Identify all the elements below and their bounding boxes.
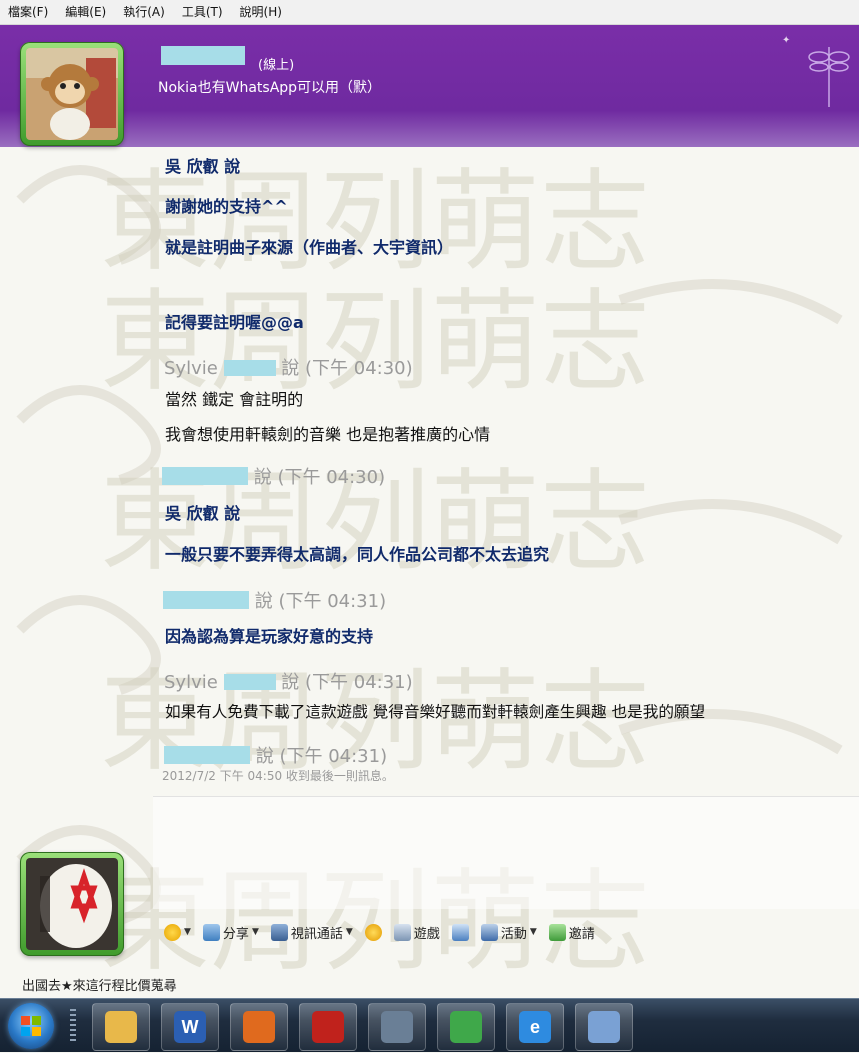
activities-button[interactable]: 活動 ▼ bbox=[477, 921, 541, 944]
paint-icon bbox=[588, 1011, 620, 1043]
sender-name-redacted bbox=[162, 467, 248, 485]
taskbar-button[interactable] bbox=[299, 1003, 357, 1051]
games-button[interactable]: 遊戲 bbox=[390, 921, 444, 944]
taskbar-button[interactable] bbox=[368, 1003, 426, 1051]
acrobat-icon bbox=[312, 1011, 344, 1043]
conversation-history[interactable]: 吳 欣叡 說 謝謝她的支持^^ 就是註明曲子來源（作曲者、大宇資訊） 記得要註明… bbox=[0, 147, 859, 790]
picture-icon bbox=[202, 923, 220, 941]
message-input[interactable] bbox=[153, 796, 859, 909]
message-line: 一般只要不要弄得太高調，同人作品公司都不太去追究 bbox=[165, 545, 550, 564]
share-label: 分享 bbox=[222, 926, 249, 942]
sender-name-redacted bbox=[164, 746, 250, 764]
taskbar-grip bbox=[70, 1009, 76, 1043]
message-line: 謝謝她的支持^^ bbox=[165, 197, 288, 216]
menu-file[interactable]: 檔案(F) bbox=[0, 0, 57, 24]
monkey-doll-icon bbox=[26, 48, 118, 140]
menu-bar: 檔案(F) 編輯(E) 執行(A) 工具(T) 說明(H) bbox=[0, 0, 859, 25]
contact-header: ✦ bbox=[0, 25, 859, 147]
windows-taskbar: We bbox=[0, 998, 859, 1052]
self-avatar[interactable] bbox=[20, 852, 124, 956]
contact-personal-message: Nokia也有WhatsApp可以用（默） bbox=[158, 80, 382, 96]
message-line: 就是註明曲子來源（作曲者、大宇資訊） bbox=[165, 238, 454, 257]
speaker-icon bbox=[451, 923, 469, 941]
sender-name-redacted bbox=[223, 674, 276, 690]
chevron-down-icon: ▼ bbox=[251, 927, 259, 937]
message-header: Sylvie 說 (下午 04:30) bbox=[164, 354, 413, 380]
message-timestamp: 說 (下午 04:31) bbox=[255, 746, 388, 767]
message-timestamp: 說 (下午 04:30) bbox=[281, 358, 413, 379]
games-label: 遊戲 bbox=[413, 926, 440, 942]
message-timestamp: 說 (下午 04:30) bbox=[253, 467, 386, 488]
message-line: 我會想使用軒轅劍的音樂 也是抱著推廣的心情 bbox=[165, 425, 491, 444]
menu-help[interactable]: 說明(H) bbox=[232, 0, 291, 24]
invite-label: 邀請 bbox=[568, 926, 595, 942]
firefox-icon bbox=[243, 1011, 275, 1043]
emoticon-button[interactable]: ▼ bbox=[160, 922, 195, 943]
message-line: 因為認為算是玩家好意的支持 bbox=[165, 627, 374, 646]
conversation-toolbar: ▼ 分享 ▼ 視訊通話 ▼ 遊戲 活動 ▼ 邀請 bbox=[160, 918, 599, 946]
taskbar-button[interactable]: e bbox=[506, 1003, 564, 1051]
ie-icon: e bbox=[519, 1011, 551, 1043]
sender-name: Sylvie bbox=[164, 358, 218, 379]
lantern-icon bbox=[26, 858, 118, 950]
dragonfly-icon bbox=[808, 47, 850, 107]
sender-name: Sylvie bbox=[164, 672, 218, 693]
nudge-button[interactable] bbox=[361, 922, 386, 943]
message-header: 說 (下午 04:31) bbox=[163, 587, 386, 613]
voice-button[interactable] bbox=[448, 922, 473, 943]
taskbar-button[interactable] bbox=[575, 1003, 633, 1051]
message-header: 說 (下午 04:30) bbox=[162, 463, 385, 489]
taskbar-button[interactable] bbox=[92, 1003, 150, 1051]
smiley-icon bbox=[164, 923, 181, 941]
explorer-icon bbox=[105, 1011, 137, 1043]
menu-edit[interactable]: 編輯(E) bbox=[57, 0, 115, 24]
word-icon: W bbox=[174, 1011, 206, 1043]
taskbar-button[interactable]: W bbox=[161, 1003, 219, 1051]
activities-icon bbox=[480, 923, 498, 941]
message-line: 吳 欣叡 說 bbox=[165, 504, 241, 523]
chevron-down-icon: ▼ bbox=[345, 927, 353, 937]
video-tool-icon bbox=[381, 1011, 413, 1043]
message-timestamp: 說 (下午 04:31) bbox=[281, 672, 413, 693]
start-button[interactable] bbox=[8, 1003, 54, 1049]
message-line: 記得要註明喔@@a bbox=[165, 313, 304, 332]
message-line: 當然 鐵定 會註明的 bbox=[165, 390, 304, 409]
video-call-button[interactable]: 視訊通話 ▼ bbox=[267, 921, 357, 944]
menu-tools[interactable]: 工具(T) bbox=[174, 0, 232, 24]
activities-label: 活動 bbox=[500, 926, 527, 942]
chevron-down-icon: ▼ bbox=[184, 927, 191, 937]
message-header: Sylvie 說 (下午 04:31) bbox=[164, 668, 413, 694]
message-line: 吳 欣叡 說 bbox=[165, 157, 241, 176]
sender-name-redacted bbox=[163, 591, 249, 609]
windows-logo-icon bbox=[21, 1016, 41, 1036]
contact-name-redacted bbox=[161, 46, 245, 65]
last-received-notice: 2012/7/2 下午 04:50 收到最後一則訊息。 bbox=[162, 769, 394, 783]
chevron-down-icon: ▼ bbox=[529, 927, 537, 937]
video-call-label: 視訊通話 bbox=[290, 926, 343, 942]
taskbar-button[interactable] bbox=[230, 1003, 288, 1051]
sparkle-icon: ✦ bbox=[782, 35, 791, 46]
webcam-icon bbox=[270, 923, 288, 941]
message-header: 說 (下午 04:31) bbox=[164, 742, 387, 768]
message-timestamp: 說 (下午 04:31) bbox=[254, 591, 387, 612]
contact-avatar[interactable] bbox=[20, 42, 124, 146]
taskbar-button[interactable] bbox=[437, 1003, 495, 1051]
self-personal-message: 出國去★來這行程比價蒐尋 bbox=[22, 979, 177, 994]
invite-button[interactable]: 邀請 bbox=[545, 921, 599, 944]
dice-icon bbox=[393, 923, 411, 941]
nudge-icon bbox=[364, 923, 382, 941]
sender-name-redacted bbox=[223, 360, 276, 376]
contact-status: (線上) bbox=[258, 58, 295, 73]
add-contact-icon bbox=[548, 923, 566, 941]
messenger-icon bbox=[450, 1011, 482, 1043]
menu-actions[interactable]: 執行(A) bbox=[115, 0, 174, 24]
share-button[interactable]: 分享 ▼ bbox=[199, 921, 263, 944]
message-line: 如果有人免費下載了這款遊戲 覺得音樂好聽而對軒轅劍產生興趣 也是我的願望 bbox=[165, 703, 706, 721]
